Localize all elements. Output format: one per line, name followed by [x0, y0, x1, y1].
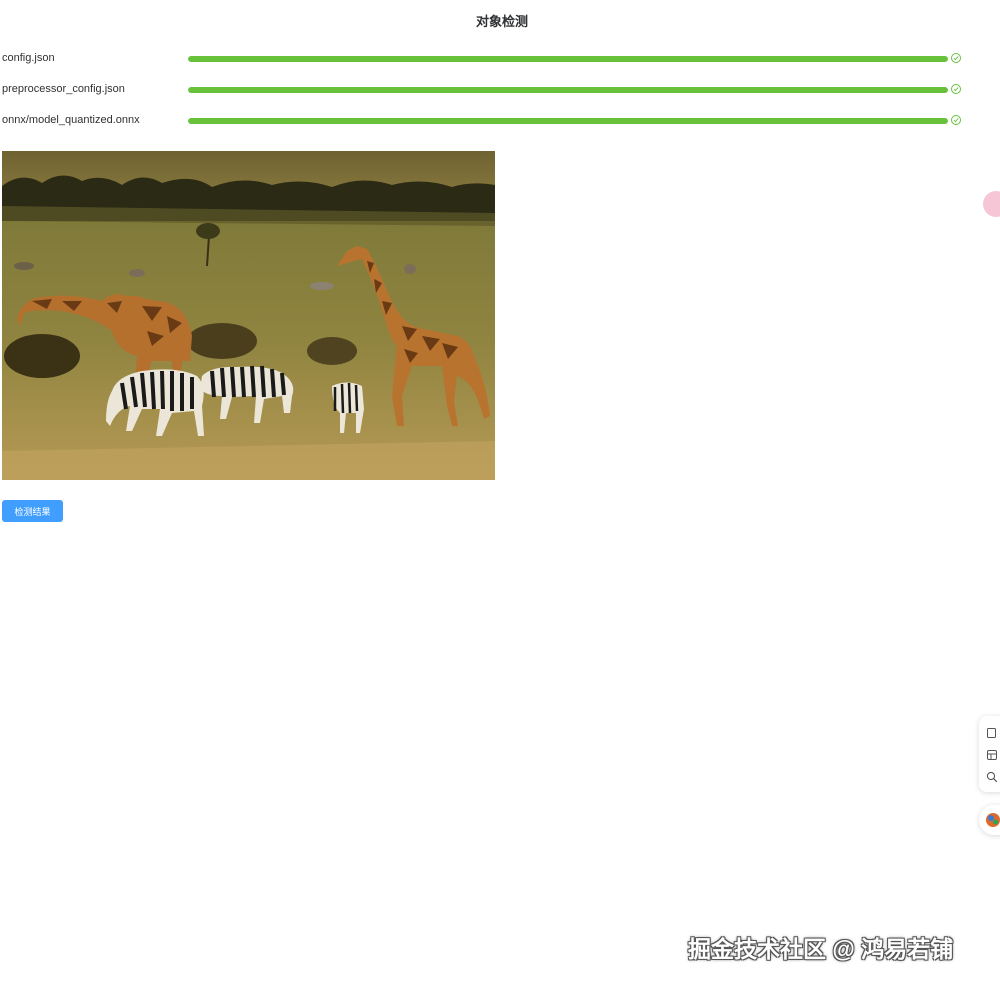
file-name: preprocessor_config.json: [2, 83, 125, 95]
detection-image: [2, 151, 495, 480]
progress-fill: [188, 56, 948, 62]
file-progress-row: onnx/model_quantized.onnx: [0, 113, 1000, 133]
progress-fill: [188, 118, 948, 124]
check-circle-icon: [951, 53, 961, 63]
assistant-avatar[interactable]: [979, 805, 1000, 835]
side-toolbar: [979, 716, 1000, 792]
check-circle-icon: [951, 84, 961, 94]
progress-track: [188, 56, 948, 62]
progress-track: [188, 118, 948, 124]
copy-icon[interactable]: [986, 726, 998, 738]
page-title: 对象检测: [475, 14, 528, 29]
file-progress-row: config.json: [0, 51, 1000, 71]
layout-icon[interactable]: [986, 748, 998, 760]
progress-fill: [188, 87, 948, 93]
page: 对象检测 config.json preprocessor_config.jso…: [0, 0, 1000, 987]
watermark: 掘金技术社区 @ 鸿易若铺: [688, 936, 954, 962]
search-icon[interactable]: [986, 770, 998, 783]
detect-result-button[interactable]: 检测结果: [2, 500, 63, 522]
check-circle-icon: [951, 115, 961, 125]
file-name: config.json: [2, 52, 55, 64]
side-assistant-bubble[interactable]: [983, 191, 1000, 217]
progress-track: [188, 87, 948, 93]
file-progress-row: preprocessor_config.json: [0, 82, 1000, 102]
file-name: onnx/model_quantized.onnx: [2, 114, 140, 126]
